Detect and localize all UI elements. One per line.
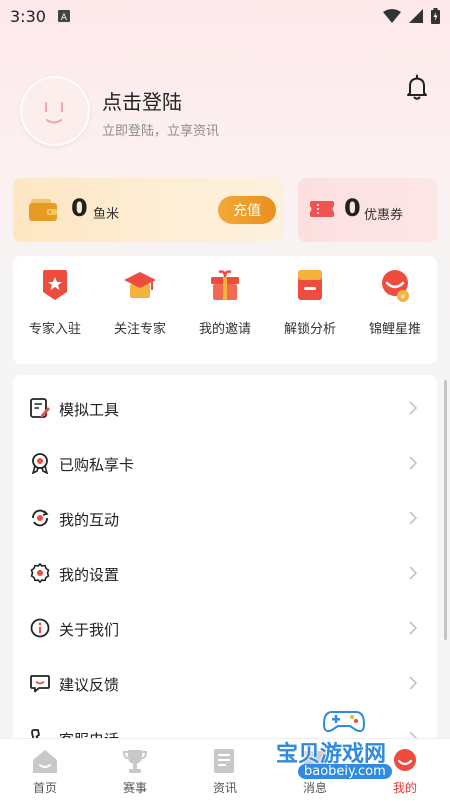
chevron-right-icon — [409, 511, 418, 525]
menu-item-feedback[interactable]: 建议反馈 — [13, 656, 437, 711]
status-bar: 3:30 A — [0, 0, 450, 32]
news-icon — [214, 749, 234, 773]
quick-action-label: 锦鲤星推 — [368, 322, 421, 337]
chevron-right-icon — [409, 676, 418, 690]
ticket-icon — [310, 201, 334, 217]
menu-item-label: 建议反馈 — [59, 676, 120, 694]
svg-text:¥: ¥ — [401, 293, 406, 301]
login-subtitle: 立即登陆，立享资讯 — [102, 124, 220, 139]
watermark: 宝贝游戏网 baobeiy.com — [272, 706, 432, 796]
trophy-icon — [122, 750, 148, 773]
quick-actions: 专家入驻 关注专家 我的邀请 解锁分析 ¥ 锦鲤星推 — [13, 256, 437, 364]
tab-label: 首页 — [32, 781, 57, 795]
tab-label: 赛事 — [122, 781, 147, 795]
koi-star-icon: ¥ — [382, 270, 409, 302]
edit-doc-icon — [30, 398, 50, 418]
scrollbar[interactable] — [444, 380, 447, 640]
tab-events[interactable]: 赛事 — [90, 739, 180, 801]
quick-action-expert-join[interactable]: 专家入驻 — [13, 256, 97, 364]
tab-label: 资讯 — [212, 781, 237, 795]
recharge-button[interactable]: 充值 — [218, 196, 276, 224]
info-icon — [30, 618, 50, 638]
avatar[interactable] — [20, 76, 90, 146]
chevron-right-icon — [409, 621, 418, 635]
menu-item-label: 关于我们 — [59, 621, 120, 639]
tab-news[interactable]: 资讯 — [180, 739, 270, 801]
quick-action-koi-star[interactable]: ¥ 锦鲤星推 — [353, 256, 437, 364]
menu-item-label: 我的互动 — [59, 511, 120, 529]
menu-item-simulation-tools[interactable]: 模拟工具 — [13, 381, 437, 436]
chevron-right-icon — [409, 401, 418, 415]
watermark-url: baobeiy.com — [298, 764, 392, 779]
menu-item-about-us[interactable]: 关于我们 — [13, 601, 437, 656]
graduation-cap-icon — [124, 272, 156, 298]
status-time: 3:30 — [10, 6, 46, 26]
quick-action-label: 我的邀请 — [198, 322, 251, 337]
smiley-avatar-icon — [45, 102, 63, 124]
home-icon — [33, 750, 57, 773]
battery-icon — [431, 8, 440, 24]
coupon-card[interactable]: 0 优惠券 — [298, 178, 438, 242]
chevron-right-icon — [409, 566, 418, 580]
coupon-unit: 优惠券 — [364, 208, 404, 223]
tab-home[interactable]: 首页 — [0, 739, 90, 801]
menu-list: 模拟工具 已购私享卡 我的互动 我的设置 关于我们 建议反馈 — [13, 375, 437, 755]
chevron-right-icon — [409, 456, 418, 470]
quick-action-my-invite[interactable]: 我的邀请 — [183, 256, 267, 364]
quick-action-label: 解锁分析 — [283, 322, 336, 337]
quick-action-follow-expert[interactable]: 关注专家 — [98, 256, 182, 364]
unlock-doc-icon — [298, 270, 322, 300]
coupon-amount: 0 — [344, 194, 361, 222]
quick-action-label: 关注专家 — [113, 322, 166, 337]
wallet-amount: 0 — [71, 194, 88, 222]
feedback-icon — [30, 675, 50, 693]
wallet-icon — [29, 199, 57, 221]
interaction-icon — [32, 509, 49, 527]
gear-icon — [30, 563, 50, 583]
quick-action-label: 专家入驻 — [28, 322, 81, 337]
menu-item-label: 已购私享卡 — [59, 456, 135, 474]
svg-text:A: A — [61, 13, 68, 22]
quick-action-unlock-analysis[interactable]: 解锁分析 — [268, 256, 352, 364]
menu-item-my-settings[interactable]: 我的设置 — [13, 546, 437, 601]
gift-icon — [211, 270, 239, 300]
menu-item-label: 模拟工具 — [59, 401, 120, 419]
wifi-icon — [383, 9, 401, 23]
login-title[interactable]: 点击登陆 — [102, 86, 182, 115]
bell-icon[interactable] — [402, 72, 432, 102]
notification-a-icon: A — [57, 10, 70, 22]
menu-item-my-interactions[interactable]: 我的互动 — [13, 491, 437, 546]
gamepad-icon — [322, 711, 366, 733]
menu-item-purchased-cards[interactable]: 已购私享卡 — [13, 436, 437, 491]
expert-badge-icon — [43, 270, 67, 300]
signal-icon — [409, 9, 423, 23]
profile-section[interactable]: 点击登陆 立即登陆，立享资讯 — [20, 74, 430, 156]
award-icon — [31, 453, 49, 474]
wallet-card[interactable]: 0 鱼米 充值 — [13, 178, 283, 242]
menu-item-label: 我的设置 — [59, 566, 120, 584]
wallet-unit: 鱼米 — [93, 207, 120, 222]
